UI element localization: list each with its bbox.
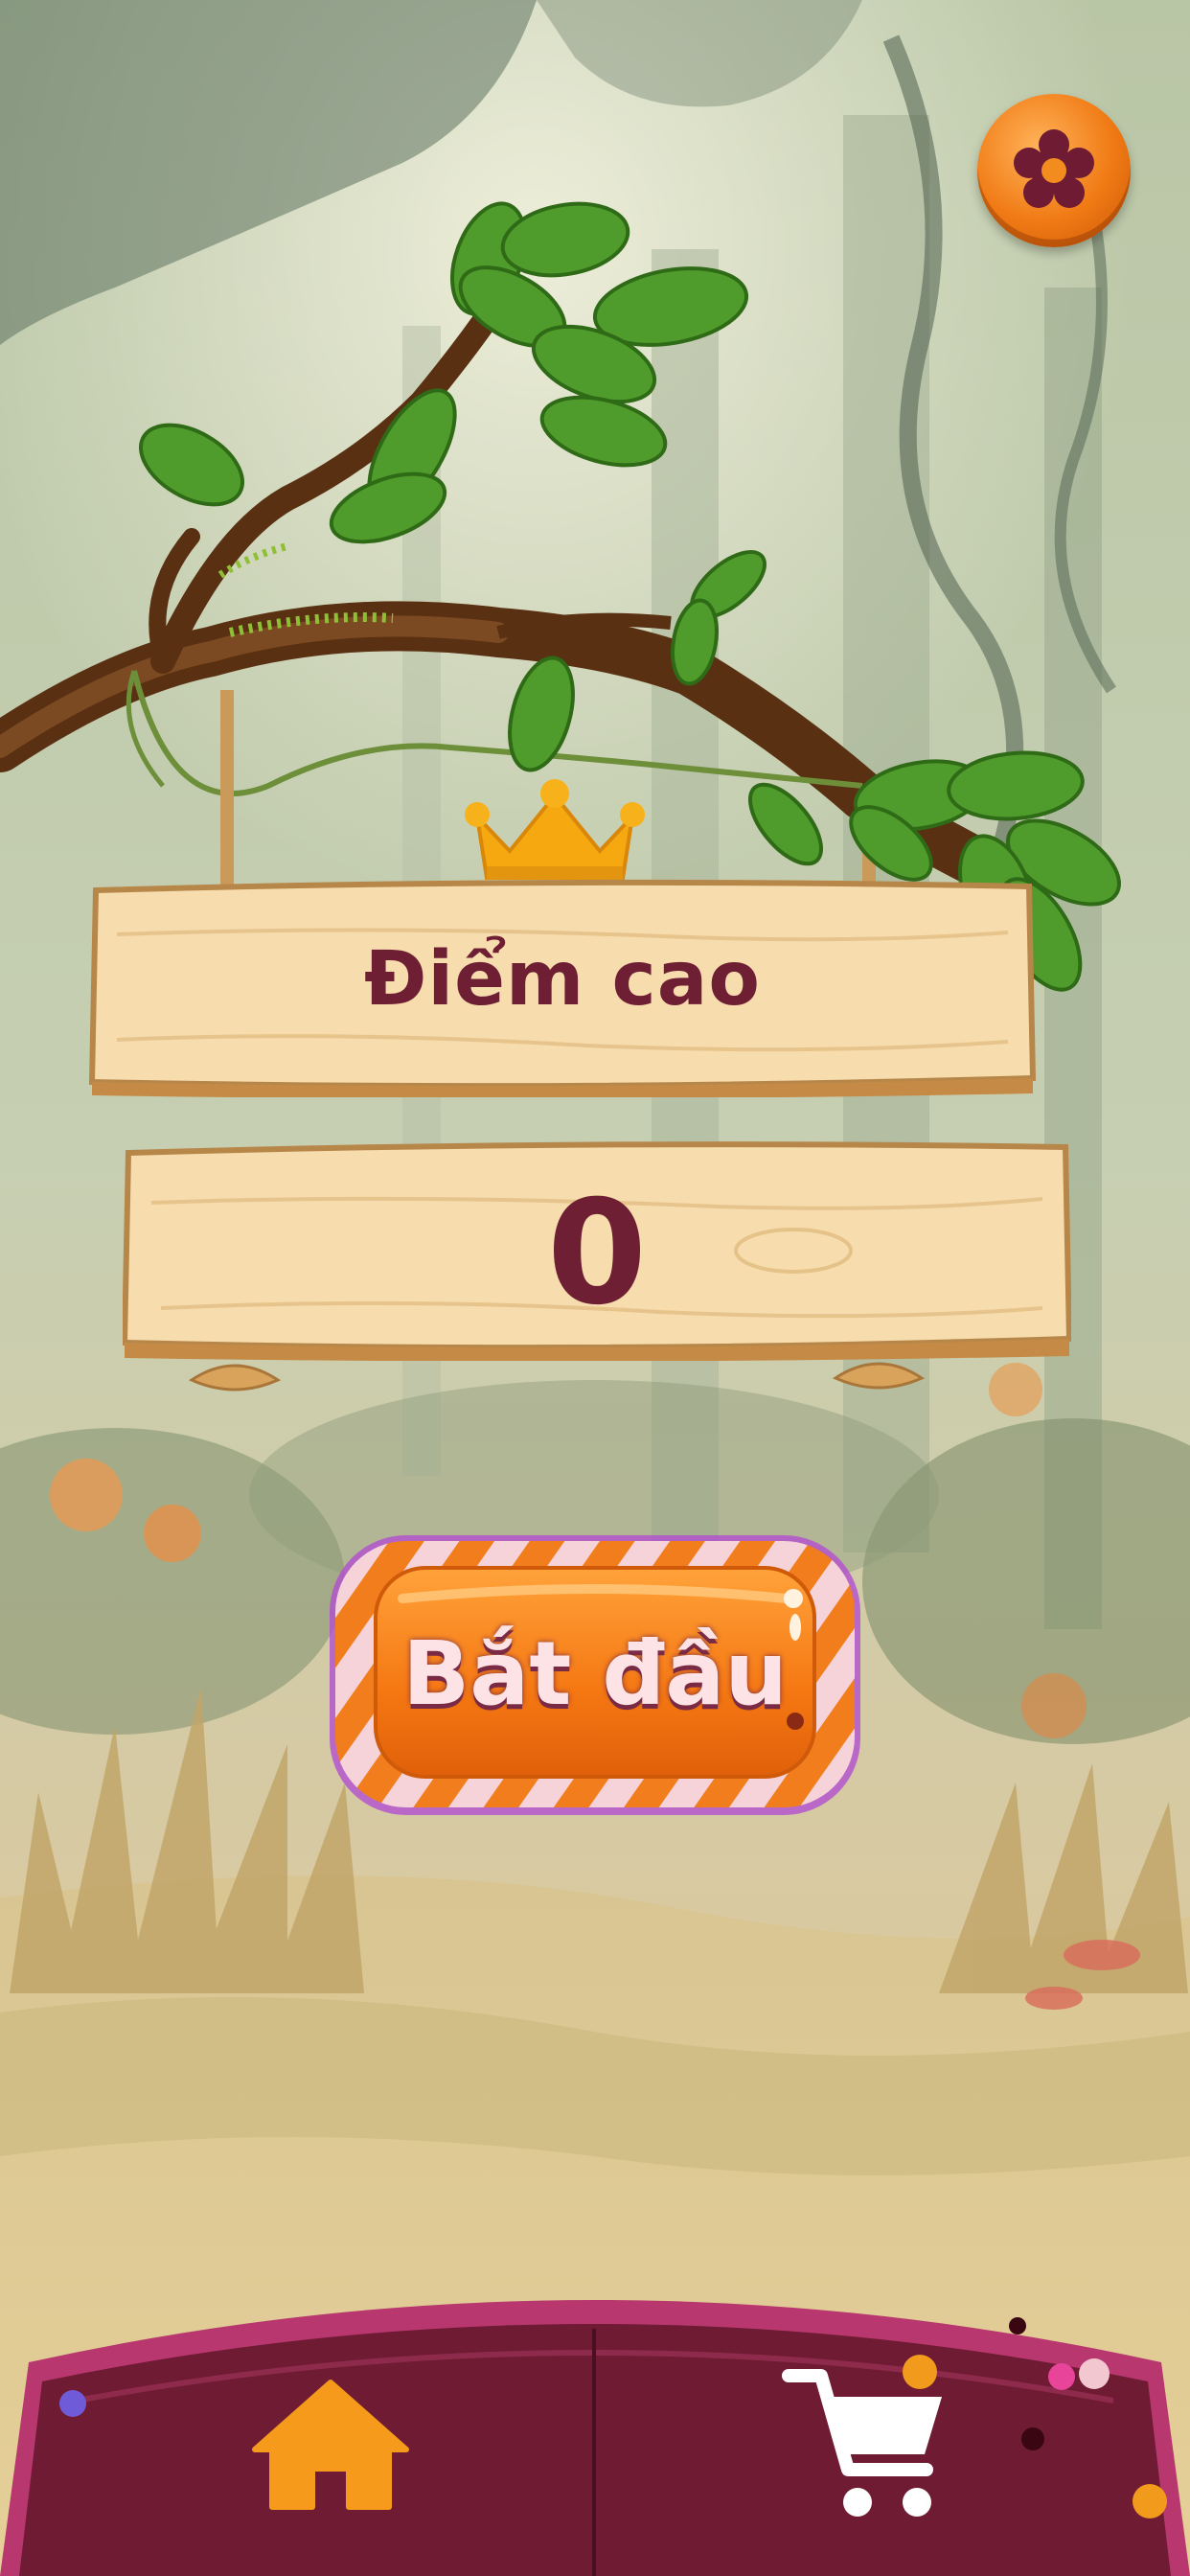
high-score-value-board: 0 xyxy=(123,1136,1071,1361)
high-score-value: 0 xyxy=(546,1170,648,1337)
rope-knot-right xyxy=(832,1362,926,1390)
high-score-title-board: Điểm cao xyxy=(88,877,1037,1097)
nav-shop-button[interactable] xyxy=(781,2362,953,2525)
settings-gear-icon xyxy=(1014,129,1094,208)
settings-button[interactable] xyxy=(977,94,1131,247)
start-button[interactable]: Bắt đầu xyxy=(326,1531,864,1819)
high-score-title: Điểm cao xyxy=(364,936,761,1023)
bottom-navigation-bar xyxy=(0,2300,1190,2576)
home-icon xyxy=(252,2380,409,2510)
crown-icon xyxy=(465,779,645,880)
nav-home-button[interactable] xyxy=(249,2377,412,2520)
start-button-label: Bắt đầu xyxy=(402,1622,788,1725)
rope-knot-left xyxy=(188,1364,282,1392)
shopping-cart-icon xyxy=(782,2369,942,2517)
